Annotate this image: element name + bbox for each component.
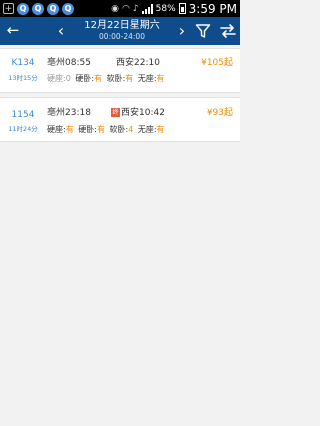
system-icons: ◉ ◠ ♪ 58% 3:59 PM	[111, 2, 237, 16]
seat-type-label: 无座:	[137, 125, 157, 134]
seat-count: 有	[125, 74, 134, 83]
previous-day-button[interactable]: ‹	[52, 20, 70, 42]
notification-icons: + Q Q Q Q	[3, 2, 74, 15]
qq-notification-icon: Q	[32, 2, 44, 15]
seat-availability: 硬座:有 硬卧:有 软卧:4 无座:有	[47, 124, 165, 135]
seat-type-label: 软卧:	[106, 74, 126, 83]
seat-type-label: 硬座:	[47, 74, 66, 83]
back-arrow-icon[interactable]: ←	[3, 20, 23, 40]
arrival-station-time: 西安10:42	[121, 108, 165, 118]
ticket-price: ¥93起	[206, 108, 233, 118]
date-selector[interactable]: 12月22日星期六 00:00-24:00	[72, 19, 172, 42]
next-day-button[interactable]: ›	[173, 20, 191, 42]
train-card-1154[interactable]: 1154 11时24分 亳州23:18 终西安10:42 ¥93起 硬座:有 硬…	[0, 97, 240, 142]
qq-notification-icon: Q	[17, 2, 29, 15]
filter-icon[interactable]	[195, 23, 211, 39]
terminal-station-badge: 终	[111, 108, 120, 117]
train-number: K134	[11, 58, 35, 68]
time-range-label: 00:00-24:00	[99, 32, 145, 41]
top-bar: ← ‹ 12月22日星期六 00:00-24:00 ›	[0, 17, 240, 45]
seat-count: 有	[156, 74, 165, 83]
train-duration: 11时24分	[8, 125, 38, 133]
arrival-station-time: 西安22:10	[116, 58, 160, 68]
seat-type-label: 硬座:	[47, 125, 66, 134]
arrival-station-time-wrapper: 终西安10:42	[111, 105, 165, 118]
seat-type-label: 软卧:	[109, 125, 129, 134]
departure-station-time: 亳州23:18	[47, 108, 91, 118]
seat-count: 有	[156, 125, 165, 134]
swap-direction-icon[interactable]	[219, 23, 237, 39]
seat-count: 有	[96, 125, 105, 134]
qq-notification-icon: Q	[62, 2, 74, 15]
ticket-price: ¥105起	[201, 58, 233, 68]
departure-station-time: 亳州08:55	[47, 58, 91, 68]
seat-count: 有	[65, 125, 74, 134]
seat-count: 有	[94, 74, 103, 83]
qq-notification-icon: Q	[47, 2, 59, 15]
clock: 3:59 PM	[188, 1, 237, 16]
date-label: 12月22日星期六	[84, 20, 160, 31]
eye-icon: ◉	[111, 3, 120, 14]
signal-icon	[141, 3, 153, 14]
train-card-k134[interactable]: K134 13时15分 亳州08:55 西安22:10 ¥105起 硬座:0 硬…	[0, 48, 240, 93]
add-notification-icon: +	[3, 3, 14, 14]
seat-count: 4	[128, 125, 134, 134]
seat-type-label: 硬卧:	[75, 74, 95, 83]
seat-availability: 硬座:0 硬卧:有 软卧:有 无座:有	[47, 73, 165, 84]
status-bar: + Q Q Q Q ◉ ◠ ♪ 58% 3:59 PM	[0, 0, 240, 17]
train-number: 1154	[11, 110, 35, 120]
battery-percent: 58%	[155, 3, 176, 14]
seat-type-label: 硬卧:	[78, 125, 97, 134]
battery-icon	[178, 3, 186, 14]
wifi-icon: ◠	[122, 3, 130, 14]
train-duration: 13时15分	[8, 74, 38, 82]
mute-icon: ♪	[132, 3, 139, 14]
seat-type-label: 无座:	[137, 74, 157, 83]
seat-count: 0	[65, 74, 71, 83]
